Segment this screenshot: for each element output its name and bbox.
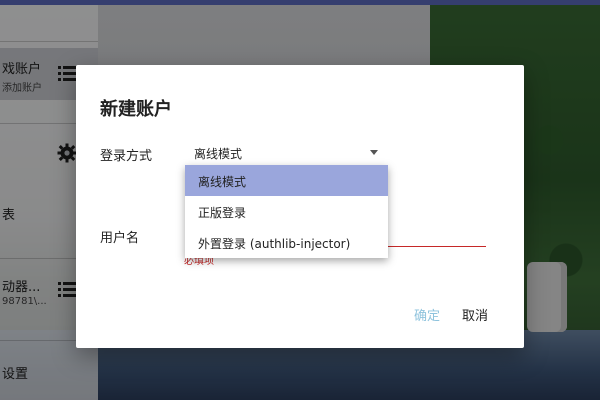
cancel-button[interactable]: 取消 [462,305,488,324]
dropdown-option-label: 离线模式 [198,175,247,189]
login-method-select[interactable]: 离线模式 [186,142,384,164]
dropdown-option-authlib[interactable]: 外置登录 (authlib-injector) [185,227,388,258]
login-method-label: 登录方式 [100,149,153,164]
dropdown-option-label: 正版登录 [198,206,247,220]
username-input[interactable] [388,246,486,247]
dropdown-option-offline[interactable]: 离线模式 [185,165,388,196]
dialog-title: 新建账户 [100,99,172,120]
ok-button[interactable]: 确定 [414,305,440,324]
app-window: 戏账户 添加账户 表 动器... 98781\... 设置 新建账户 登录方式 … [0,0,600,400]
login-method-dropdown: 离线模式 正版登录 外置登录 (authlib-injector) [185,165,388,258]
dropdown-option-label: 外置登录 (authlib-injector) [198,237,351,251]
username-label: 用户名 [100,231,140,246]
chevron-down-icon [370,150,378,155]
login-method-value: 离线模式 [194,147,243,161]
dropdown-option-official[interactable]: 正版登录 [185,196,388,227]
